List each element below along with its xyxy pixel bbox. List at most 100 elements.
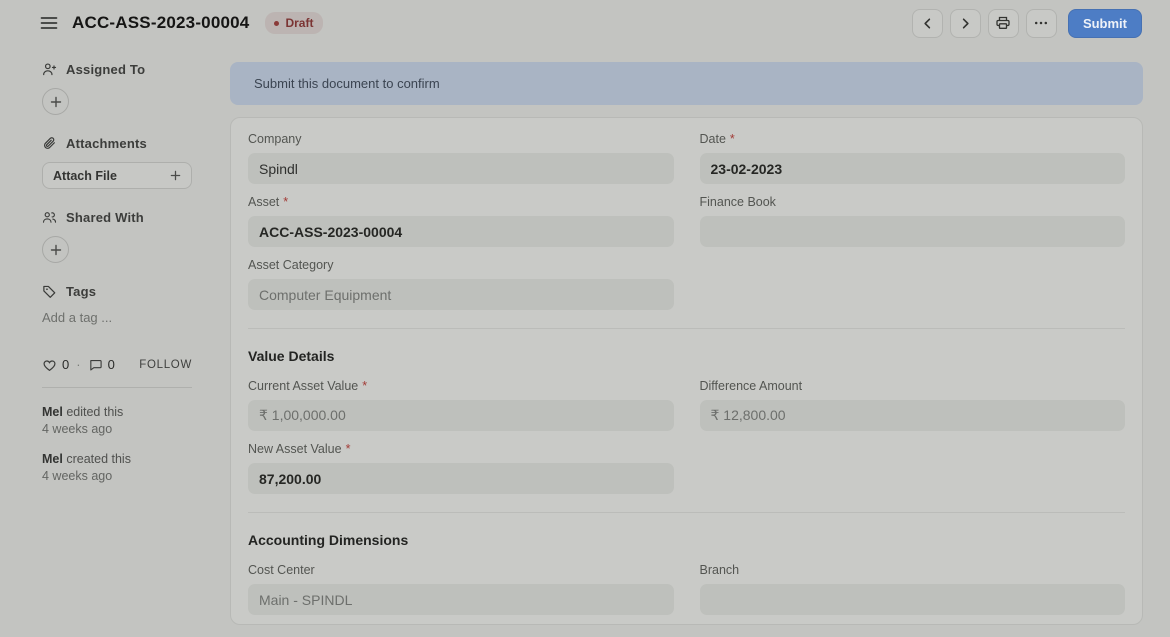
social-counts: 0 · 0 — [42, 357, 139, 372]
like-button[interactable]: 0 — [42, 357, 69, 372]
top-bar-left: ACC-ASS-2023-00004 Draft — [38, 12, 912, 34]
difference-amount-label: Difference Amount — [700, 379, 1126, 393]
new-asset-value-input[interactable]: 87,200.00 — [248, 463, 674, 494]
print-button[interactable] — [988, 9, 1019, 38]
page-title: ACC-ASS-2023-00004 — [72, 13, 249, 33]
asset-category-label: Asset Category — [248, 258, 674, 272]
activity-entry: Mel edited this 4 weeks ago — [42, 404, 192, 438]
activity-text: Mel created this — [42, 451, 192, 468]
required-marker: * — [362, 379, 367, 393]
dot-separator: · — [76, 357, 80, 372]
company-field: Company Spindl — [248, 132, 674, 184]
cost-center-input[interactable]: Main - SPINDL — [248, 584, 674, 615]
finance-book-field: Finance Book — [700, 195, 1126, 247]
new-asset-value-field: New Asset Value * 87,200.00 — [248, 442, 674, 494]
submit-notice-banner: Submit this document to confirm — [230, 62, 1143, 105]
like-count: 0 — [62, 357, 69, 372]
tags-section: Tags Add a tag ... — [42, 284, 192, 325]
social-row: 0 · 0 FOLLOW — [42, 357, 192, 372]
branch-field: Branch — [700, 563, 1126, 615]
field-label-text: Date — [700, 132, 726, 146]
tags-label: Tags — [66, 284, 96, 299]
previous-document-button[interactable] — [912, 9, 943, 38]
asset-category-input[interactable]: Computer Equipment — [248, 279, 674, 310]
branch-input[interactable] — [700, 584, 1126, 615]
assigned-to-header: Assigned To — [42, 62, 192, 77]
assigned-to-section: Assigned To — [42, 62, 192, 115]
plus-icon — [50, 96, 62, 108]
shared-with-header: Shared With — [42, 210, 192, 225]
value-details-section: Value Details Current Asset Value* ₹ 1,0… — [248, 328, 1125, 512]
asset-input[interactable]: ACC-ASS-2023-00004 — [248, 216, 674, 247]
activity-user: Mel — [42, 405, 63, 419]
form-card: Company Spindl Date* 23-02-2023 Asset* — [230, 117, 1143, 625]
chevron-left-icon — [920, 16, 935, 31]
chevron-right-icon — [958, 16, 973, 31]
date-input[interactable]: 23-02-2023 — [700, 153, 1126, 184]
add-assignment-button[interactable] — [42, 88, 69, 115]
sidebar-divider — [42, 387, 192, 388]
shared-with-section: Shared With — [42, 210, 192, 263]
finance-book-label: Finance Book — [700, 195, 1126, 209]
required-marker: * — [283, 195, 288, 209]
company-input[interactable]: Spindl — [248, 153, 674, 184]
printer-icon — [995, 15, 1011, 31]
cost-center-label: Cost Center — [248, 563, 674, 577]
sidebar: Assigned To Attachments Attach File — [0, 46, 230, 637]
company-label: Company — [248, 132, 674, 146]
comment-count: 0 — [108, 357, 115, 372]
field-label-text: Branch — [700, 563, 740, 577]
plus-icon — [170, 170, 181, 181]
attachments-label: Attachments — [66, 136, 147, 151]
plus-icon — [50, 244, 62, 256]
more-actions-button[interactable] — [1026, 9, 1057, 38]
comment-icon — [88, 358, 103, 372]
activity-timestamp: 4 weeks ago — [42, 421, 192, 438]
next-document-button[interactable] — [950, 9, 981, 38]
shared-with-label: Shared With — [66, 210, 144, 225]
value-details-heading: Value Details — [248, 348, 1125, 364]
attachments-section: Attachments Attach File — [42, 136, 192, 189]
activity-user: Mel — [42, 452, 63, 466]
ellipsis-icon — [1033, 15, 1049, 31]
submit-notice-text: Submit this document to confirm — [254, 76, 440, 91]
status-badge: Draft — [265, 12, 323, 34]
asset-category-field: Asset Category Computer Equipment — [248, 258, 674, 310]
menu-button[interactable] — [38, 12, 60, 34]
attach-file-button[interactable]: Attach File — [42, 162, 192, 189]
assigned-to-label: Assigned To — [66, 62, 145, 77]
current-asset-value-input[interactable]: ₹ 1,00,000.00 — [248, 400, 674, 431]
field-label-text: Asset Category — [248, 258, 333, 272]
difference-amount-input[interactable]: ₹ 12,800.00 — [700, 400, 1126, 431]
asset-label: Asset* — [248, 195, 674, 209]
attach-file-label: Attach File — [53, 169, 117, 183]
paperclip-icon — [42, 136, 57, 151]
tag-icon — [42, 284, 57, 299]
main-content: Submit this document to confirm Company … — [230, 46, 1170, 637]
add-tag-input[interactable]: Add a tag ... — [42, 310, 192, 325]
field-label-text: Cost Center — [248, 563, 315, 577]
field-label-text: New Asset Value — [248, 442, 342, 456]
accounting-dimensions-grid: Cost Center Main - SPINDL Branch — [248, 563, 1125, 615]
details-section: Company Spindl Date* 23-02-2023 Asset* — [248, 118, 1125, 328]
activity-action: edited this — [66, 405, 123, 419]
details-grid: Company Spindl Date* 23-02-2023 Asset* — [248, 132, 1125, 310]
submit-button[interactable]: Submit — [1068, 9, 1142, 38]
comment-count-indicator[interactable]: 0 — [88, 357, 115, 372]
activity-text: Mel edited this — [42, 404, 192, 421]
date-label: Date* — [700, 132, 1126, 146]
finance-book-input[interactable] — [700, 216, 1126, 247]
branch-label: Branch — [700, 563, 1126, 577]
assign-user-icon — [42, 62, 57, 77]
required-marker: * — [346, 442, 351, 456]
field-label-text: Finance Book — [700, 195, 776, 209]
field-label-text: Difference Amount — [700, 379, 803, 393]
activity-timestamp: 4 weeks ago — [42, 468, 192, 485]
difference-amount-field: Difference Amount ₹ 12,800.00 — [700, 379, 1126, 431]
add-share-button[interactable] — [42, 236, 69, 263]
top-bar-actions: Submit — [912, 9, 1142, 38]
status-badge-label: Draft — [285, 16, 313, 30]
activity-action: created this — [66, 452, 131, 466]
follow-button[interactable]: FOLLOW — [139, 359, 192, 371]
current-asset-value-label: Current Asset Value* — [248, 379, 674, 393]
